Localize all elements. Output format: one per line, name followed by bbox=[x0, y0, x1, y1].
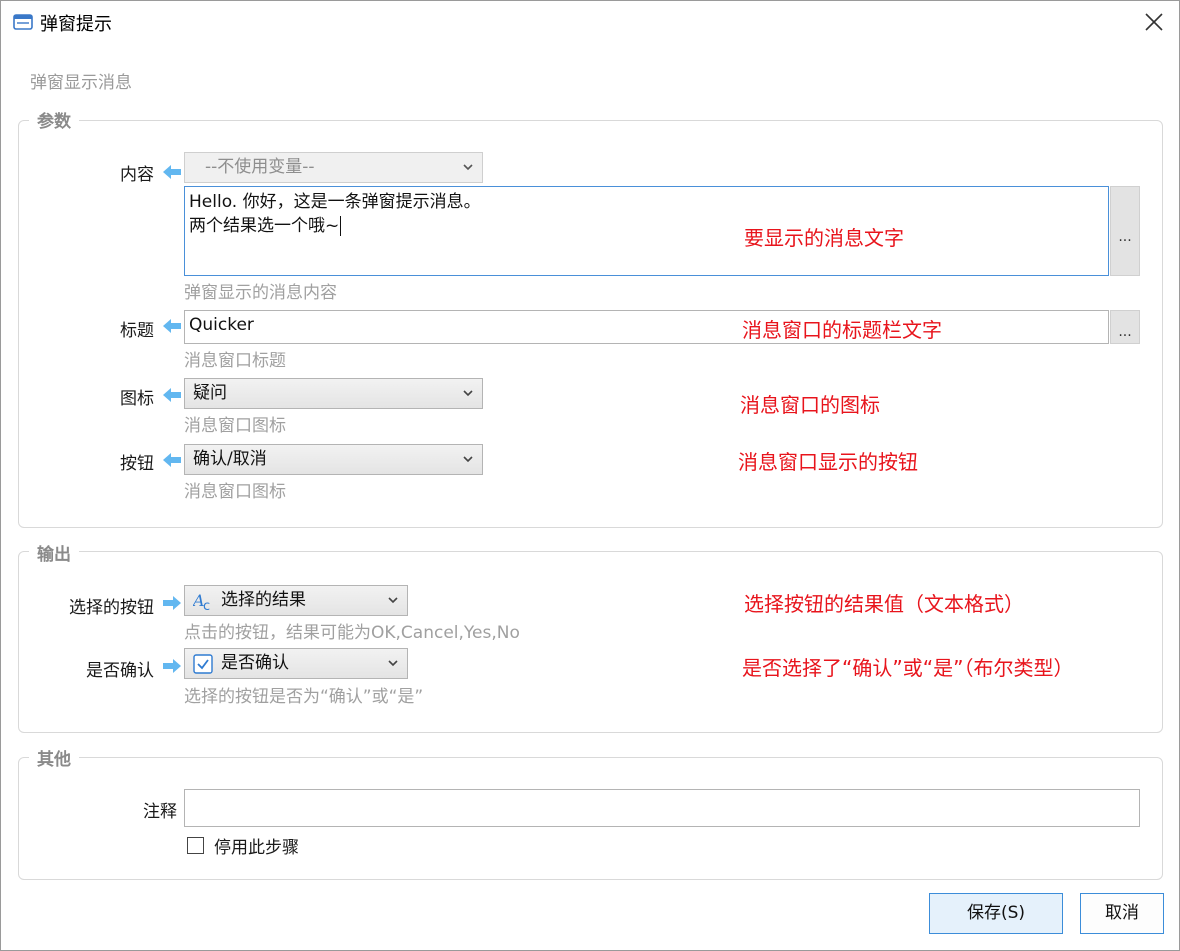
disable-step-label: 停用此步骤 bbox=[214, 838, 299, 858]
icon-select-value: 疑问 bbox=[193, 383, 227, 403]
disable-step-checkbox[interactable] bbox=[187, 837, 204, 854]
output-group-label: 输出 bbox=[29, 540, 79, 565]
save-button[interactable]: 保存(S) bbox=[929, 893, 1063, 934]
input-arrow-icon bbox=[163, 319, 181, 333]
is-confirm-annotation: 是否选择了“确认”或“是”（布尔类型） bbox=[742, 656, 1074, 680]
window-title: 弹窗提示 bbox=[40, 14, 112, 35]
note-input[interactable] bbox=[184, 789, 1140, 827]
selected-button-hint: 点击的按钮，结果可能为OK,Cancel,Yes,No bbox=[184, 623, 520, 643]
chevron-down-icon bbox=[463, 390, 473, 397]
svg-text:c: c bbox=[203, 599, 210, 611]
is-confirm-hint: 选择的按钮是否为“确认”或“是” bbox=[184, 687, 424, 707]
note-label: 注释 bbox=[143, 802, 177, 822]
close-icon bbox=[1145, 13, 1163, 31]
title-annotation: 消息窗口的标题栏文字 bbox=[742, 318, 942, 342]
selected-button-label: 选择的按钮 bbox=[69, 598, 154, 618]
input-arrow-icon bbox=[163, 165, 181, 179]
buttons-label: 按钮 bbox=[120, 454, 154, 474]
content-variable-select-value: --不使用变量-- bbox=[205, 157, 315, 177]
chevron-down-icon bbox=[463, 164, 473, 171]
text-caret bbox=[340, 216, 342, 236]
buttons-select-value: 确认/取消 bbox=[193, 449, 267, 469]
output-arrow-icon bbox=[163, 596, 181, 610]
selected-button-variable-value: 选择的结果 bbox=[221, 590, 306, 610]
selected-button-annotation: 选择按钮的结果值（文本格式） bbox=[744, 592, 1024, 616]
content-textarea[interactable]: Hello. 你好，这是一条弹窗提示消息。 两个结果选一个哦~ bbox=[184, 186, 1109, 276]
close-button[interactable] bbox=[1140, 8, 1168, 36]
is-confirm-label: 是否确认 bbox=[86, 661, 154, 681]
is-confirm-variable-value: 是否确认 bbox=[221, 653, 289, 673]
content-hint: 弹窗显示的消息内容 bbox=[184, 283, 337, 303]
icon-label: 图标 bbox=[120, 389, 154, 409]
input-arrow-icon bbox=[163, 388, 181, 402]
output-arrow-icon bbox=[163, 659, 181, 673]
content-label: 内容 bbox=[120, 165, 154, 185]
title-label: 标题 bbox=[120, 321, 154, 341]
buttons-annotation: 消息窗口显示的按钮 bbox=[738, 450, 918, 474]
title-input[interactable]: Quicker bbox=[184, 310, 1109, 344]
chevron-down-icon bbox=[388, 597, 398, 604]
title-hint: 消息窗口标题 bbox=[184, 351, 286, 371]
params-group-label: 参数 bbox=[29, 107, 79, 132]
content-text-line-2: 两个结果选一个哦~ bbox=[189, 216, 340, 236]
content-annotation: 要显示的消息文字 bbox=[744, 226, 904, 250]
buttons-select[interactable]: 确认/取消 bbox=[184, 444, 483, 475]
icon-select[interactable]: 疑问 bbox=[184, 378, 483, 409]
text-variable-icon: A c bbox=[193, 591, 210, 611]
selected-button-variable-select[interactable]: A c 选择的结果 bbox=[184, 585, 408, 616]
title-more-button[interactable]: ... bbox=[1110, 310, 1140, 344]
other-group-label: 其他 bbox=[29, 745, 79, 770]
content-more-button[interactable]: ... bbox=[1110, 186, 1140, 276]
input-arrow-icon bbox=[163, 453, 181, 467]
window-app-icon bbox=[13, 14, 33, 30]
cancel-button[interactable]: 取消 bbox=[1080, 893, 1164, 934]
content-text-line-1: Hello. 你好，这是一条弹窗提示消息。 bbox=[189, 192, 481, 212]
icon-hint: 消息窗口图标 bbox=[184, 416, 286, 436]
content-variable-select[interactable]: --不使用变量-- bbox=[184, 152, 483, 183]
chevron-down-icon bbox=[388, 660, 398, 667]
boolean-check-icon bbox=[193, 653, 213, 674]
icon-annotation: 消息窗口的图标 bbox=[740, 393, 880, 417]
chevron-down-icon bbox=[463, 456, 473, 463]
is-confirm-variable-select[interactable]: 是否确认 bbox=[184, 648, 408, 679]
dialog-subtitle: 弹窗显示消息 bbox=[30, 73, 132, 93]
buttons-hint: 消息窗口图标 bbox=[184, 482, 286, 502]
